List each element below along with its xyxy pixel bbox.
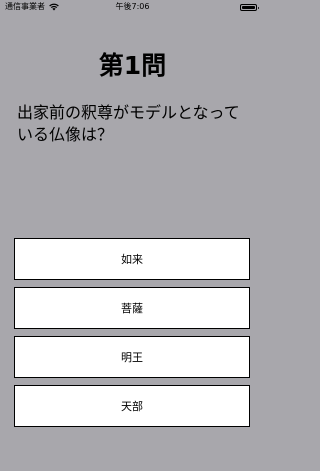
question-number: 第1問 [98,51,167,80]
answer-button-1[interactable]: 如来 [14,238,250,280]
answer-list: 如来 菩薩 明王 天部 [14,238,250,434]
status-time: 午後7:06 [115,2,150,11]
status-bar: 通信事業者 午後7:06 [0,0,265,14]
question-text: 出家前の釈尊がモデルとなっている仏像は？ [17,103,240,144]
answer-button-2[interactable]: 菩薩 [14,287,250,329]
answer-button-4[interactable]: 天部 [14,385,250,427]
battery-level [242,6,255,9]
answer-button-3[interactable]: 明王 [14,336,250,378]
battery-icon [240,4,259,11]
